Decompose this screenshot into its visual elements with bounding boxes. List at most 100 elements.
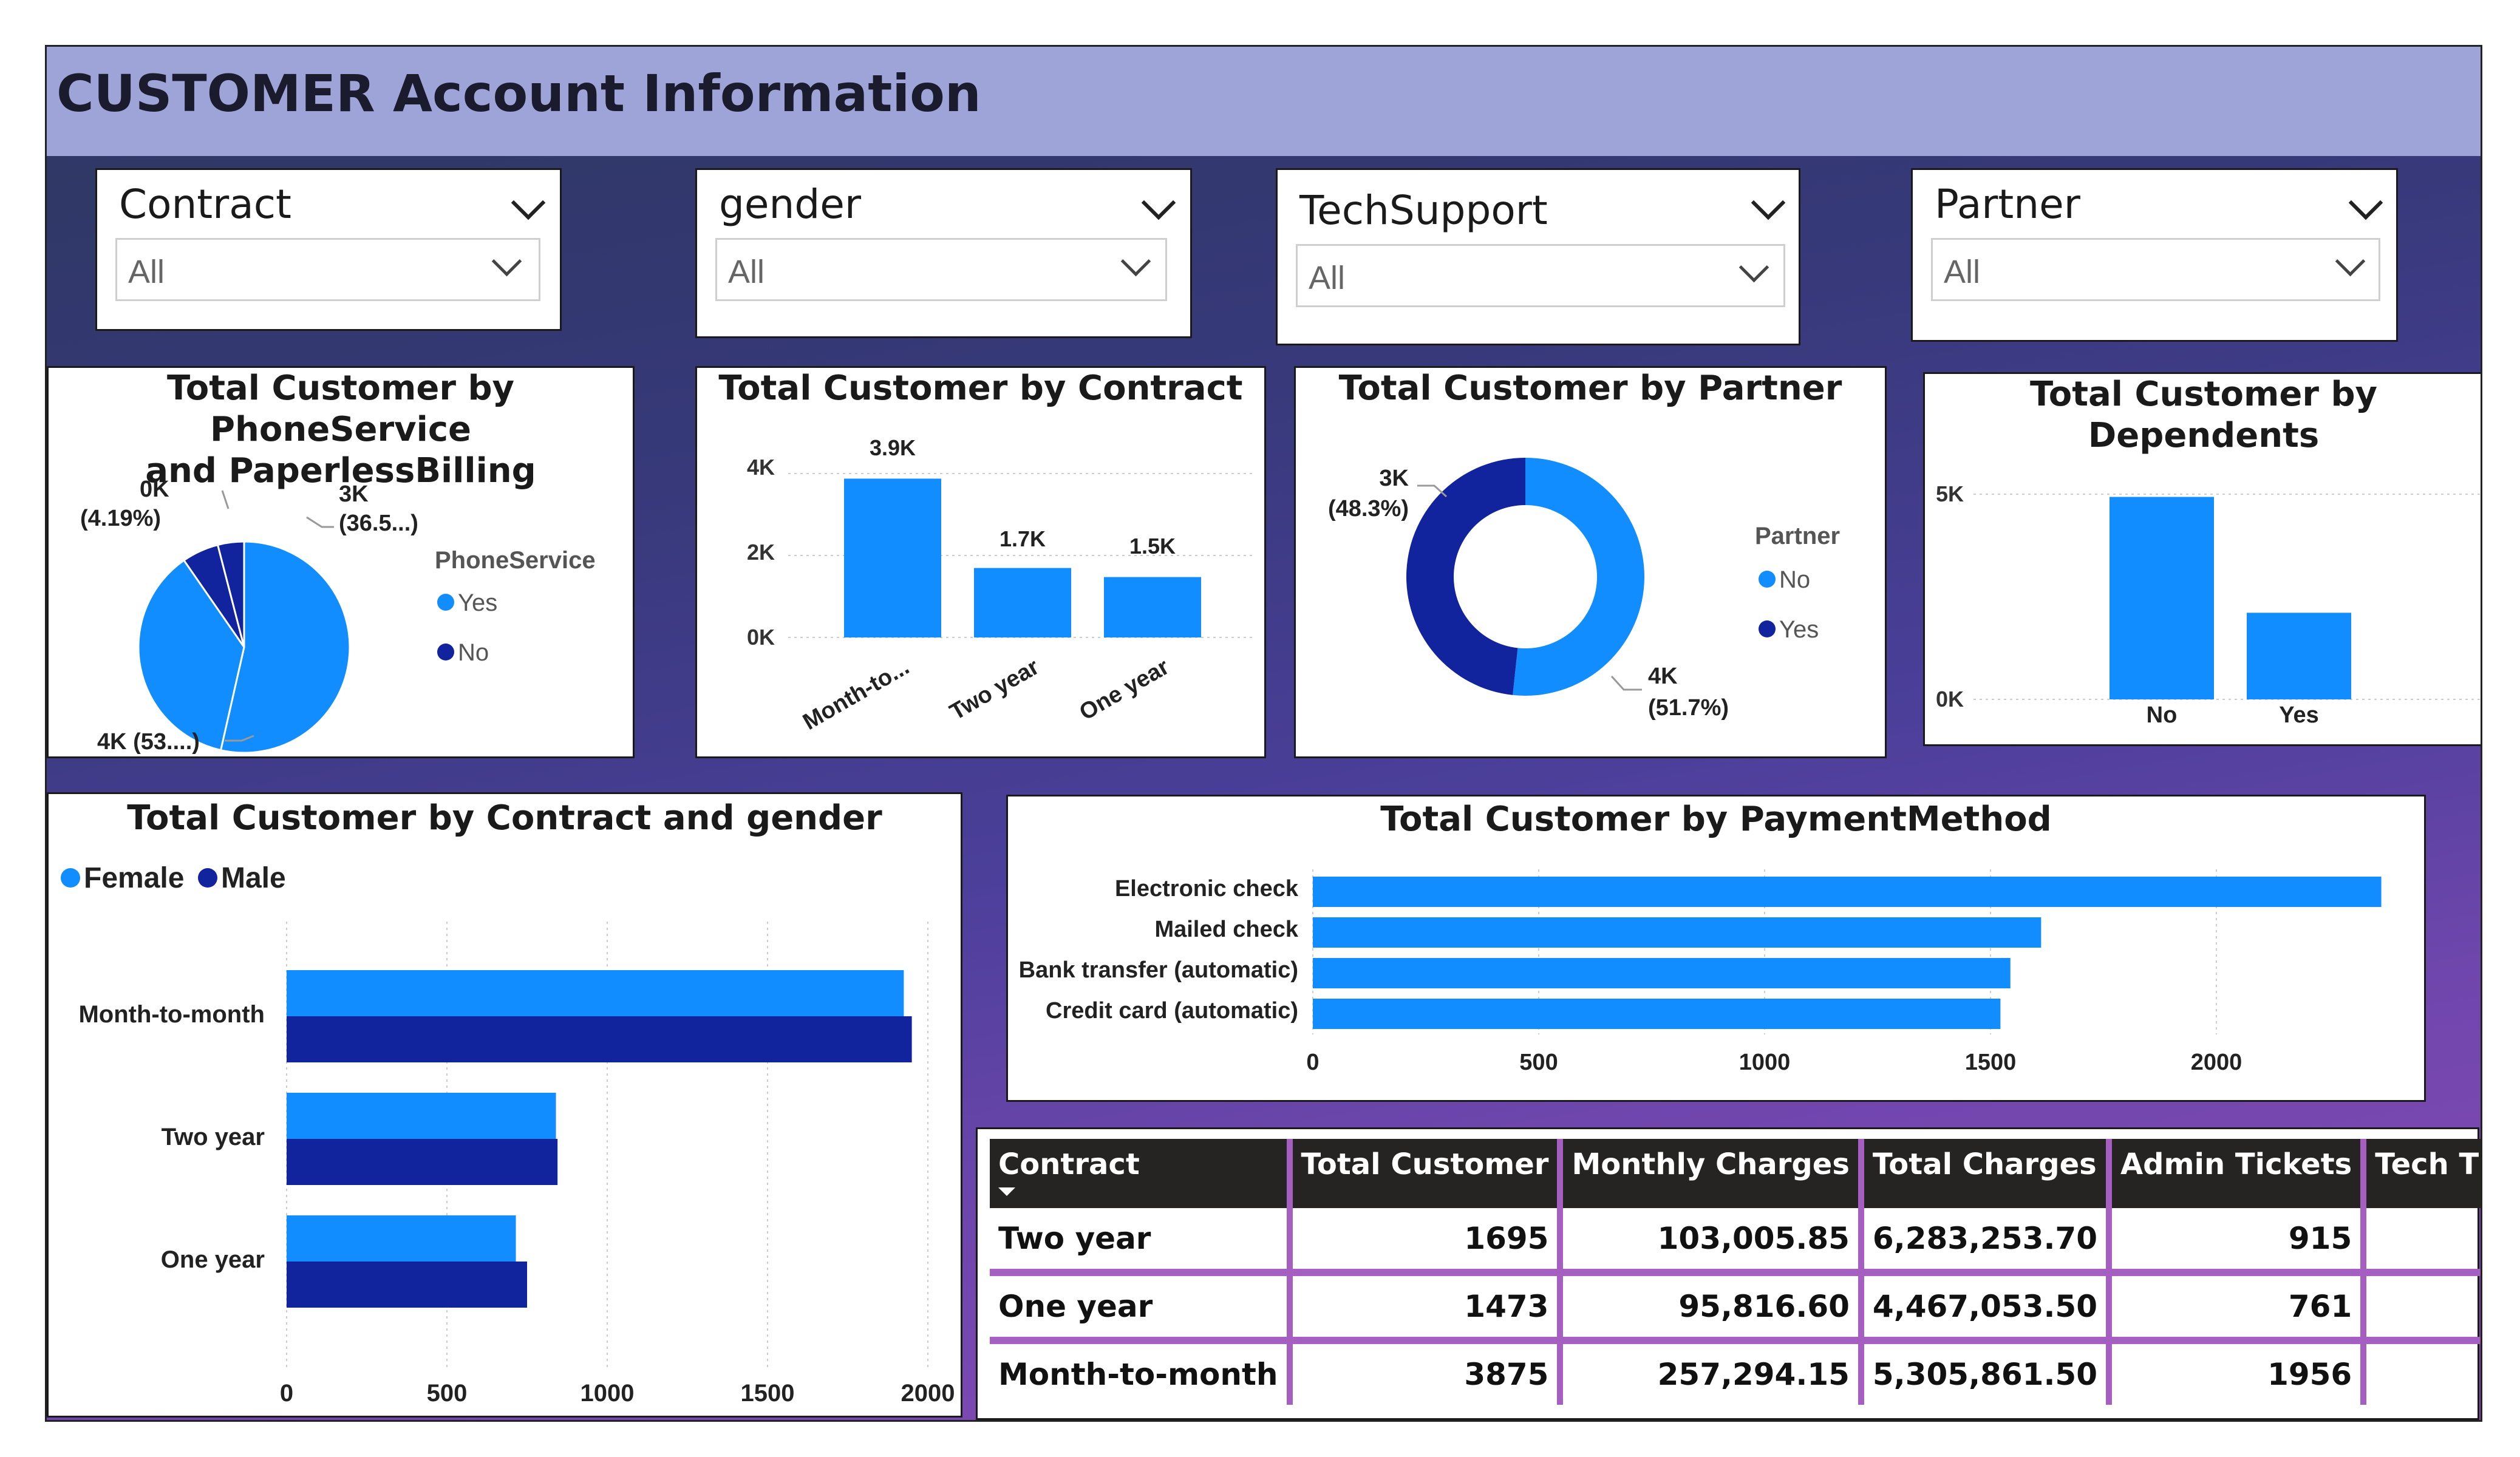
chevron-down-icon[interactable] bbox=[511, 185, 546, 220]
bar-electronic-check[interactable] bbox=[1313, 877, 2382, 907]
contract-dropdown[interactable]: All bbox=[115, 238, 540, 301]
bar-month-to-[interactable] bbox=[844, 478, 941, 637]
donut-slice-yes[interactable] bbox=[1406, 458, 1525, 695]
paymentmethod-bar-chart[interactable]: Electronic check Mailed check Bank trans… bbox=[1008, 796, 2428, 1104]
legend-swatch-male bbox=[198, 868, 217, 888]
slicer-value: All bbox=[128, 254, 165, 290]
x-tick-label: 0 bbox=[1306, 1050, 1319, 1075]
table-header-row: Contract Total Customer Monthly Charges … bbox=[990, 1139, 2481, 1208]
bar-female-two-year[interactable] bbox=[287, 1093, 556, 1139]
bar-bank-transfer-automatic[interactable] bbox=[1313, 958, 2011, 988]
contract-bar-chart[interactable]: 0K 2K 4K 3.9K 1.7K 1.5K Month-to... Two … bbox=[697, 368, 1268, 760]
y-tick-label: Bank transfer (automatic) bbox=[1019, 957, 1298, 983]
bar-female-one-year[interactable] bbox=[287, 1215, 516, 1262]
phoneservice-pie-card[interactable]: Total Customer by PhoneService and Paper… bbox=[47, 366, 635, 758]
contract-summary-table[interactable]: Contract Total Customer Monthly Charges … bbox=[990, 1139, 2481, 1405]
table-cell: 648 bbox=[2360, 1208, 2481, 1276]
legend-item-male[interactable]: Male bbox=[221, 862, 286, 894]
x-tick-label: 1500 bbox=[1965, 1050, 2017, 1075]
chevron-down-icon[interactable] bbox=[2335, 246, 2366, 277]
chevron-down-icon[interactable] bbox=[1141, 185, 1176, 220]
y-tick-label: Month-to-month bbox=[78, 1001, 265, 1028]
table-cell: Two year bbox=[990, 1208, 1290, 1276]
x-tick-label: 1000 bbox=[1739, 1050, 1791, 1075]
table-row[interactable]: Month-to-month 3875 257,294.15 5,305,861… bbox=[990, 1340, 2481, 1405]
column-header-total-charges[interactable]: Total Charges bbox=[1858, 1139, 2110, 1208]
column-header-contract[interactable]: Contract bbox=[990, 1139, 1290, 1208]
dependents-bar-chart[interactable]: 0K 5K No Yes bbox=[1925, 374, 2482, 748]
column-header-total-customer[interactable]: Total Customer bbox=[1286, 1139, 1561, 1208]
data-label: 1.7K bbox=[999, 526, 1046, 551]
chevron-down-icon[interactable] bbox=[1738, 252, 1769, 283]
x-tick-label: 1500 bbox=[741, 1380, 795, 1407]
slicer-title: TechSupport bbox=[1299, 187, 1548, 234]
bar-two-year[interactable] bbox=[974, 568, 1071, 637]
column-header-admin-tickets[interactable]: Admin Tickets bbox=[2106, 1139, 2364, 1208]
gender-slicer[interactable]: gender All bbox=[695, 168, 1192, 338]
bar-mailed-check[interactable] bbox=[1313, 917, 2042, 948]
sort-descending-icon[interactable] bbox=[998, 1187, 1015, 1196]
x-tick-label: 0 bbox=[280, 1380, 293, 1407]
table-cell: 4,467,053.50 bbox=[1858, 1272, 2110, 1344]
table-cell: 257,294.15 bbox=[1557, 1340, 1861, 1405]
x-tick-label: Yes bbox=[2279, 702, 2319, 728]
donut-slice-no[interactable] bbox=[1513, 458, 1645, 696]
contract-gender-bar-card[interactable]: Total Customer by Contract and gender Fe… bbox=[47, 792, 962, 1418]
chevron-down-icon[interactable] bbox=[1751, 185, 1786, 220]
legend-item-yes[interactable]: Yes bbox=[1779, 616, 1819, 643]
bar-yes[interactable] bbox=[2247, 613, 2351, 699]
bar-one-year[interactable] bbox=[1104, 577, 1201, 637]
table-cell: 1497 bbox=[2360, 1340, 2481, 1405]
slicer-title: Partner bbox=[1935, 181, 2080, 228]
table-cell: One year bbox=[990, 1272, 1290, 1344]
bar-female-month-to-month[interactable] bbox=[287, 970, 904, 1016]
partner-dropdown[interactable]: All bbox=[1931, 238, 2380, 301]
legend-item-female[interactable]: Female bbox=[84, 862, 184, 894]
legend-item-yes[interactable]: Yes bbox=[458, 589, 497, 616]
chevron-down-icon[interactable] bbox=[491, 246, 522, 277]
bar-male-month-to-month[interactable] bbox=[287, 1016, 912, 1062]
bar-credit-card-automatic[interactable] bbox=[1313, 999, 2001, 1029]
table-row[interactable]: One year 1473 95,816.60 4,467,053.50 761… bbox=[990, 1272, 2481, 1344]
legend-item-no[interactable]: No bbox=[1779, 566, 1810, 593]
bar-male-two-year[interactable] bbox=[287, 1139, 558, 1185]
data-label: (48.3%) bbox=[1328, 496, 1409, 521]
bar-male-one-year[interactable] bbox=[287, 1262, 527, 1308]
table-row[interactable]: Two year 1695 103,005.85 6,283,253.70 91… bbox=[990, 1208, 2481, 1276]
slicer-title: gender bbox=[719, 181, 861, 228]
contract-table-card[interactable]: Contract Total Customer Monthly Charges … bbox=[976, 1127, 2481, 1420]
column-header-monthly-charges[interactable]: Monthly Charges bbox=[1557, 1139, 1861, 1208]
dependents-bar-card[interactable]: Total Customer by Dependents 0K 5K No Ye… bbox=[1923, 372, 2482, 748]
contract-slicer[interactable]: Contract All bbox=[95, 168, 562, 331]
chevron-down-icon[interactable] bbox=[1120, 246, 1151, 277]
column-header-tech-tickets[interactable]: Tech Tickets bbox=[2360, 1139, 2481, 1208]
slicer-value: All bbox=[1309, 260, 1346, 296]
page-title: CUSTOMER Account Information bbox=[56, 64, 981, 123]
table-cell: 95,816.60 bbox=[1557, 1272, 1861, 1344]
contract-bar-card[interactable]: Total Customer by Contract 0K 2K 4K 3.9K… bbox=[695, 366, 1266, 758]
legend-swatch-yes bbox=[437, 594, 454, 611]
data-label: 3K bbox=[339, 481, 369, 507]
bar-no[interactable] bbox=[2110, 497, 2214, 699]
column-header-label: Contract bbox=[998, 1147, 1140, 1181]
data-label: 4K (53....) bbox=[97, 729, 200, 755]
techsupport-slicer[interactable]: TechSupport All bbox=[1276, 168, 1800, 345]
phoneservice-pie-chart[interactable]: 0K (4.19%) 3K (36.5...) 4K (53....) Phon… bbox=[49, 368, 636, 760]
data-label: (51.7%) bbox=[1648, 695, 1729, 721]
x-tick-label: No bbox=[2147, 702, 2178, 728]
partner-donut-card[interactable]: Total Customer by Partner 3K (48.3%) 4K … bbox=[1294, 366, 1887, 758]
table-cell: 1473 bbox=[1286, 1272, 1561, 1344]
partner-donut-chart[interactable]: 3K (48.3%) 4K (51.7%) Partner No Yes bbox=[1296, 368, 1888, 760]
y-tick-label: 0K bbox=[747, 625, 775, 650]
y-tick-label: Electronic check bbox=[1115, 876, 1299, 902]
partner-slicer[interactable]: Partner All bbox=[1911, 168, 2398, 342]
chevron-down-icon[interactable] bbox=[2348, 185, 2383, 220]
gender-dropdown[interactable]: All bbox=[715, 238, 1167, 301]
legend-item-no[interactable]: No bbox=[458, 639, 489, 666]
table-cell: 103,005.85 bbox=[1557, 1208, 1861, 1276]
x-tick-label: 2000 bbox=[2191, 1050, 2242, 1075]
data-label: 3K bbox=[1379, 466, 1409, 491]
paymentmethod-bar-card[interactable]: Total Customer by PaymentMethod Electron… bbox=[1006, 795, 2426, 1102]
techsupport-dropdown[interactable]: All bbox=[1296, 244, 1785, 307]
contract-gender-bar-chart[interactable]: Female Male Month-to-month Two year One … bbox=[49, 794, 964, 1419]
